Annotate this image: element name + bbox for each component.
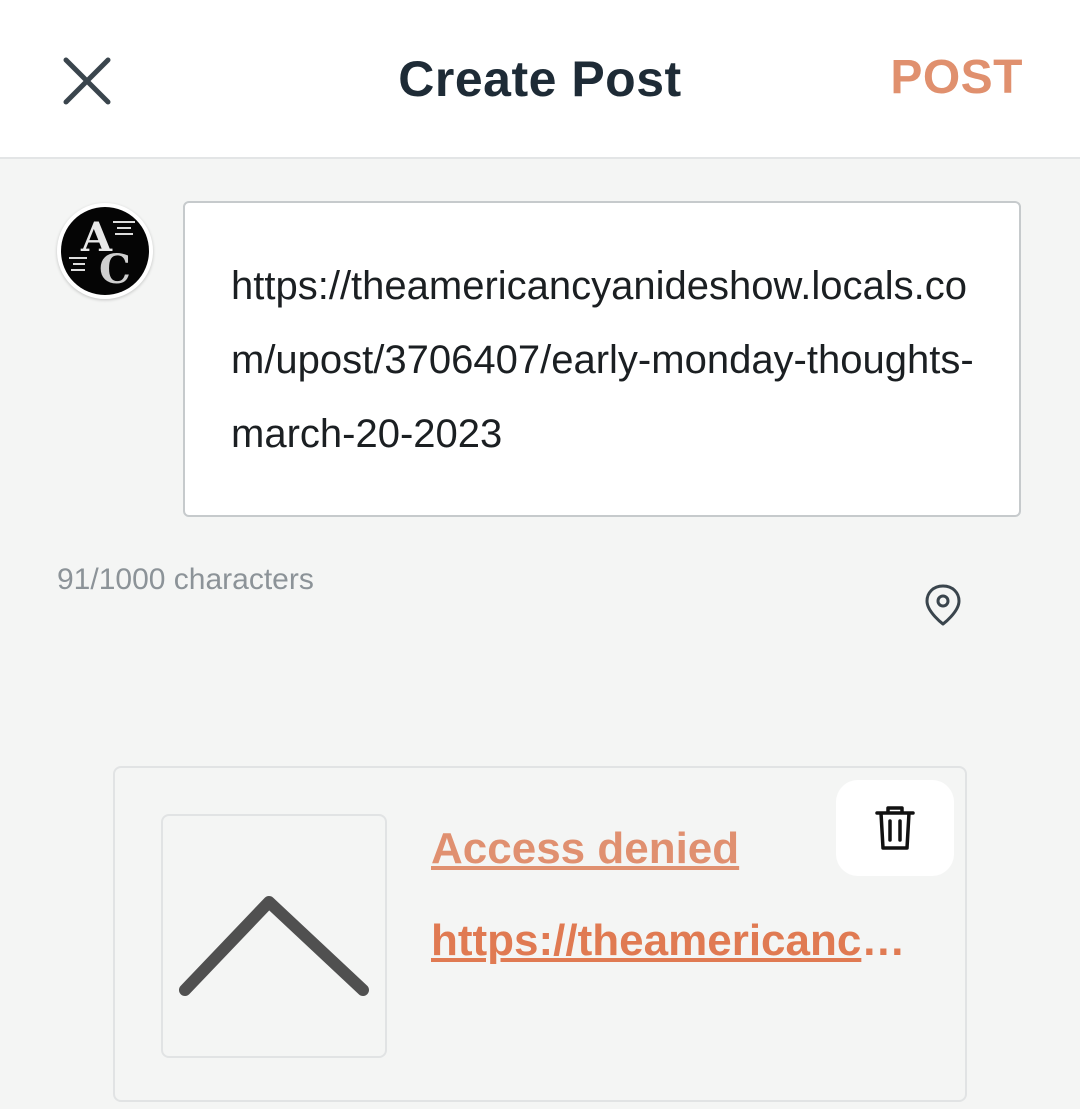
link-url[interactable]: https://theamericancyanideshow.locals.co…: [431, 916, 915, 966]
link-preview-card[interactable]: Access denied https://theamericancyanide…: [113, 766, 967, 1102]
link-thumbnail: [161, 814, 387, 1058]
avatar[interactable]: A C: [57, 203, 153, 299]
post-button[interactable]: POST: [890, 50, 1023, 105]
svg-text:C: C: [99, 246, 131, 293]
top-bar: Create Post POST: [0, 0, 1080, 159]
post-text-field[interactable]: https://theamericancyanideshow.locals.co…: [183, 201, 1021, 517]
trash-icon: [875, 806, 915, 850]
location-pin-icon: [925, 584, 961, 626]
character-counter: 91/1000 characters: [57, 563, 314, 596]
post-text-value: https://theamericancyanideshow.locals.co…: [231, 264, 974, 456]
delete-preview-button[interactable]: [836, 780, 954, 876]
location-button[interactable]: [922, 583, 964, 627]
avatar-logo: A C: [61, 207, 149, 295]
chevron-up-icon: [179, 896, 369, 996]
link-title[interactable]: Access denied: [431, 824, 739, 874]
